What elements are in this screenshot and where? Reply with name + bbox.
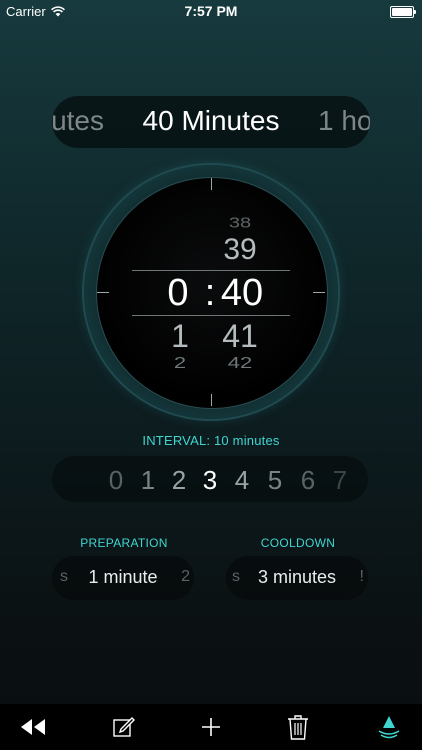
duration-picker[interactable]: utes 40 Minutes 1 ho <box>52 96 370 148</box>
hour-option-next2[interactable]: 2 <box>160 354 200 372</box>
interval-digit[interactable]: 0 <box>100 465 132 496</box>
interval-digit[interactable]: 6 <box>292 465 324 496</box>
minute-selected[interactable]: 40 <box>212 272 272 315</box>
interval-digit[interactable]: 5 <box>259 465 291 496</box>
interval-digit-selected[interactable]: 3 <box>194 465 226 496</box>
minute-option-prev[interactable]: 39 <box>210 233 270 267</box>
status-time: 7:57 PM <box>184 3 238 19</box>
dial-tick-right <box>313 292 325 293</box>
duration-next-option[interactable]: 1 ho <box>318 105 370 137</box>
battery-icon <box>390 6 416 18</box>
preparation-next-option[interactable]: 2 <box>181 568 190 586</box>
dial-tick-top <box>211 178 212 190</box>
preparation-picker[interactable]: s 1 minute 2 <box>52 556 194 600</box>
preparation-value[interactable]: 1 minute <box>52 567 194 588</box>
cooldown-next-option[interactable]: ! <box>360 568 364 586</box>
rewind-icon <box>21 719 45 735</box>
water-level-icon <box>378 716 400 739</box>
status-bar: Carrier 7:57 PM <box>0 0 422 22</box>
delete-button[interactable] <box>283 712 313 742</box>
selection-line-bottom <box>132 315 290 316</box>
cooldown-label: COOLDOWN <box>260 536 336 550</box>
interval-digit[interactable]: 1 <box>132 465 164 496</box>
interval-digit[interactable]: 2 <box>163 465 195 496</box>
bottom-toolbar <box>0 704 422 750</box>
edit-icon <box>113 717 135 737</box>
preparation-label: PREPARATION <box>80 536 168 550</box>
dial-tick-bottom <box>211 394 212 406</box>
selection-line-top <box>132 270 290 271</box>
dial-tick-left <box>97 292 109 293</box>
hour-selected[interactable]: 0 <box>158 272 198 315</box>
minute-option-prev2[interactable]: 38 <box>210 215 270 232</box>
add-button[interactable] <box>196 712 226 742</box>
interval-label: INTERVAL: 10 minutes <box>142 433 280 448</box>
interval-digit[interactable]: 4 <box>226 465 258 496</box>
add-icon <box>202 718 220 736</box>
levels-button[interactable] <box>374 712 404 742</box>
minute-option-next[interactable]: 41 <box>210 318 270 355</box>
trash-icon <box>288 715 308 740</box>
cooldown-value[interactable]: 3 minutes <box>226 567 368 588</box>
minute-option-next2[interactable]: 42 <box>210 354 270 372</box>
cooldown-picker[interactable]: s 3 minutes ! <box>226 556 368 600</box>
rewind-button[interactable] <box>18 712 48 742</box>
interval-digit[interactable]: 7 <box>324 465 356 496</box>
edit-button[interactable] <box>109 712 139 742</box>
interval-picker[interactable]: 0 1 2 3 4 5 6 7 <box>52 456 368 502</box>
hour-option-next[interactable]: 1 <box>160 318 200 355</box>
